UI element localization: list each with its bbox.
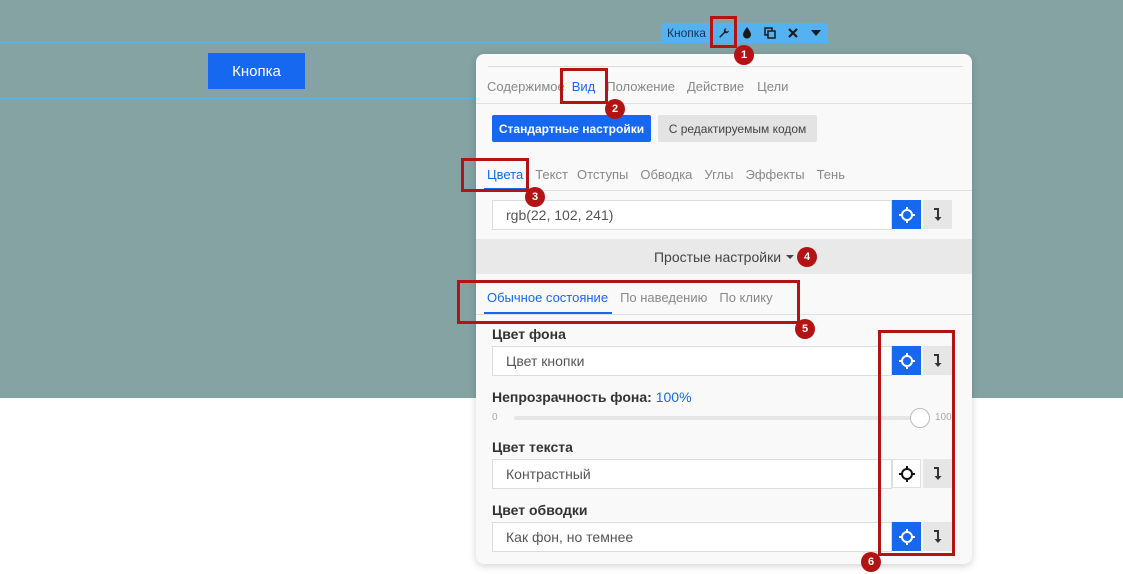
subtab-text[interactable]: Текст <box>535 167 568 182</box>
close-icon[interactable] <box>782 23 805 43</box>
tab-position[interactable]: Положение <box>606 79 675 94</box>
main-tabs: Содержимое Вид Положение Действие Цели <box>487 79 788 94</box>
subtab-corners[interactable]: Углы <box>704 167 733 182</box>
subtab-padding[interactable]: Отступы <box>577 167 628 182</box>
annotation-badge-6: 6 <box>861 552 881 572</box>
simple-settings-toggle[interactable]: Простые настройки <box>476 239 972 274</box>
bg-color-label: Цвет фона <box>492 326 566 342</box>
reset-button[interactable] <box>923 200 952 229</box>
caret-down-icon <box>786 254 795 259</box>
annotation-box-6 <box>878 330 955 556</box>
panel-top-line <box>488 66 963 67</box>
tab-content[interactable]: Содержимое <box>487 79 565 94</box>
duplicate-icon[interactable] <box>758 23 781 43</box>
text-color-input[interactable]: Контрастный <box>492 459 892 489</box>
appearance-subtabs: Цвета Текст Отступы Обводка Углы Эффекты… <box>487 167 845 182</box>
annotation-box-5 <box>457 280 800 324</box>
annotation-badge-4: 4 <box>797 247 817 267</box>
subtab-shadow[interactable]: Тень <box>817 167 845 182</box>
annotation-badge-5: 5 <box>795 319 815 339</box>
chevron-down-icon[interactable] <box>805 23 828 43</box>
annotation-box-3 <box>461 158 529 192</box>
toolbar-element-label: Кнопка <box>667 26 706 40</box>
custom-code-button[interactable]: С редактируемым кодом <box>658 115 817 142</box>
color-value-input[interactable]: rgb(22, 102, 241) <box>492 200 892 230</box>
simple-settings-label: Простые настройки <box>653 248 782 265</box>
border-color-input[interactable]: Как фон, но темнее <box>492 522 892 552</box>
tab-goals[interactable]: Цели <box>757 79 788 94</box>
divider <box>476 190 972 191</box>
crosshair-icon <box>898 206 915 223</box>
annotation-badge-3: 3 <box>525 187 545 207</box>
subtab-border[interactable]: Обводка <box>640 167 692 182</box>
bg-color-input[interactable]: Цвет кнопки <box>492 346 892 376</box>
reset-arrow-icon <box>933 207 941 221</box>
opacity-slider-track[interactable] <box>514 416 916 420</box>
text-color-label: Цвет текста <box>492 439 573 455</box>
tab-action[interactable]: Действие <box>687 79 744 94</box>
annotation-box-2 <box>560 68 608 104</box>
annotation-badge-2: 2 <box>605 99 625 119</box>
page-button[interactable]: Кнопка <box>208 53 305 89</box>
annotation-box-1 <box>710 16 737 48</box>
annotation-badge-1: 1 <box>734 45 754 65</box>
bg-opacity-label: Непрозрачность фона: 100% <box>492 389 692 405</box>
standard-settings-button[interactable]: Стандартные настройки <box>492 115 651 142</box>
subtab-effects[interactable]: Эффекты <box>745 167 804 182</box>
divider <box>476 103 972 104</box>
color-picker-button[interactable] <box>892 200 921 229</box>
bg-opacity-label-text: Непрозрачность фона: <box>492 389 652 405</box>
bg-opacity-value: 100% <box>655 389 692 405</box>
border-color-label: Цвет обводки <box>492 502 588 518</box>
slider-min-label: 0 <box>492 412 498 423</box>
drop-icon[interactable] <box>735 23 758 43</box>
element-toolbar: Кнопка <box>662 23 828 43</box>
